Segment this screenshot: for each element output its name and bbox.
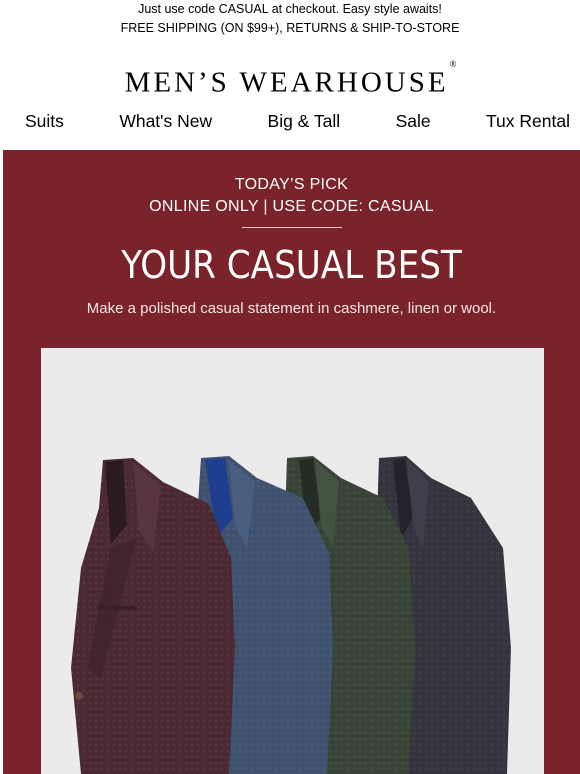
nav-big-tall[interactable]: Big & Tall [268,109,341,133]
nav-whats-new[interactable]: What's New [119,109,212,133]
product-image[interactable] [41,348,544,774]
jackets-illustration [71,456,511,774]
brand-name: MEN’S WEARHOUSE [124,66,449,99]
divider-rule [241,227,342,228]
promo-code-label: ONLINE ONLY | USE CODE: CASUAL [149,198,434,215]
nav-suits[interactable]: Suits [25,109,64,133]
nav-sale[interactable]: Sale [396,109,431,133]
preheader: Just use code CASUAL at checkout. Easy s… [0,0,580,38]
hero-banner[interactable]: TODAY’S PICK ONLINE ONLY | USE CODE: CAS… [3,150,580,774]
main-nav: Suits What's New Big & Tall Sale Tux Ren… [0,109,580,133]
brand-logo[interactable]: MEN’S WEARHOUSE® [0,59,580,99]
hero-kicker: TODAY’S PICK ONLINE ONLY | USE CODE: CAS… [3,174,580,218]
todays-pick-label: TODAY’S PICK [234,176,349,193]
preheader-shipping-text: FREE SHIPPING (ON $99+), RETURNS & SHIP-… [120,21,460,35]
hero-subline: Make a polished casual statement in cash… [86,300,497,317]
hero-headline: YOUR CASUAL BEST [121,243,462,287]
preheader-promo-text: Just use code CASUAL at checkout. Easy s… [138,2,442,16]
trademark-symbol: ® [449,59,457,69]
nav-tux-rental[interactable]: Tux Rental [486,109,570,133]
